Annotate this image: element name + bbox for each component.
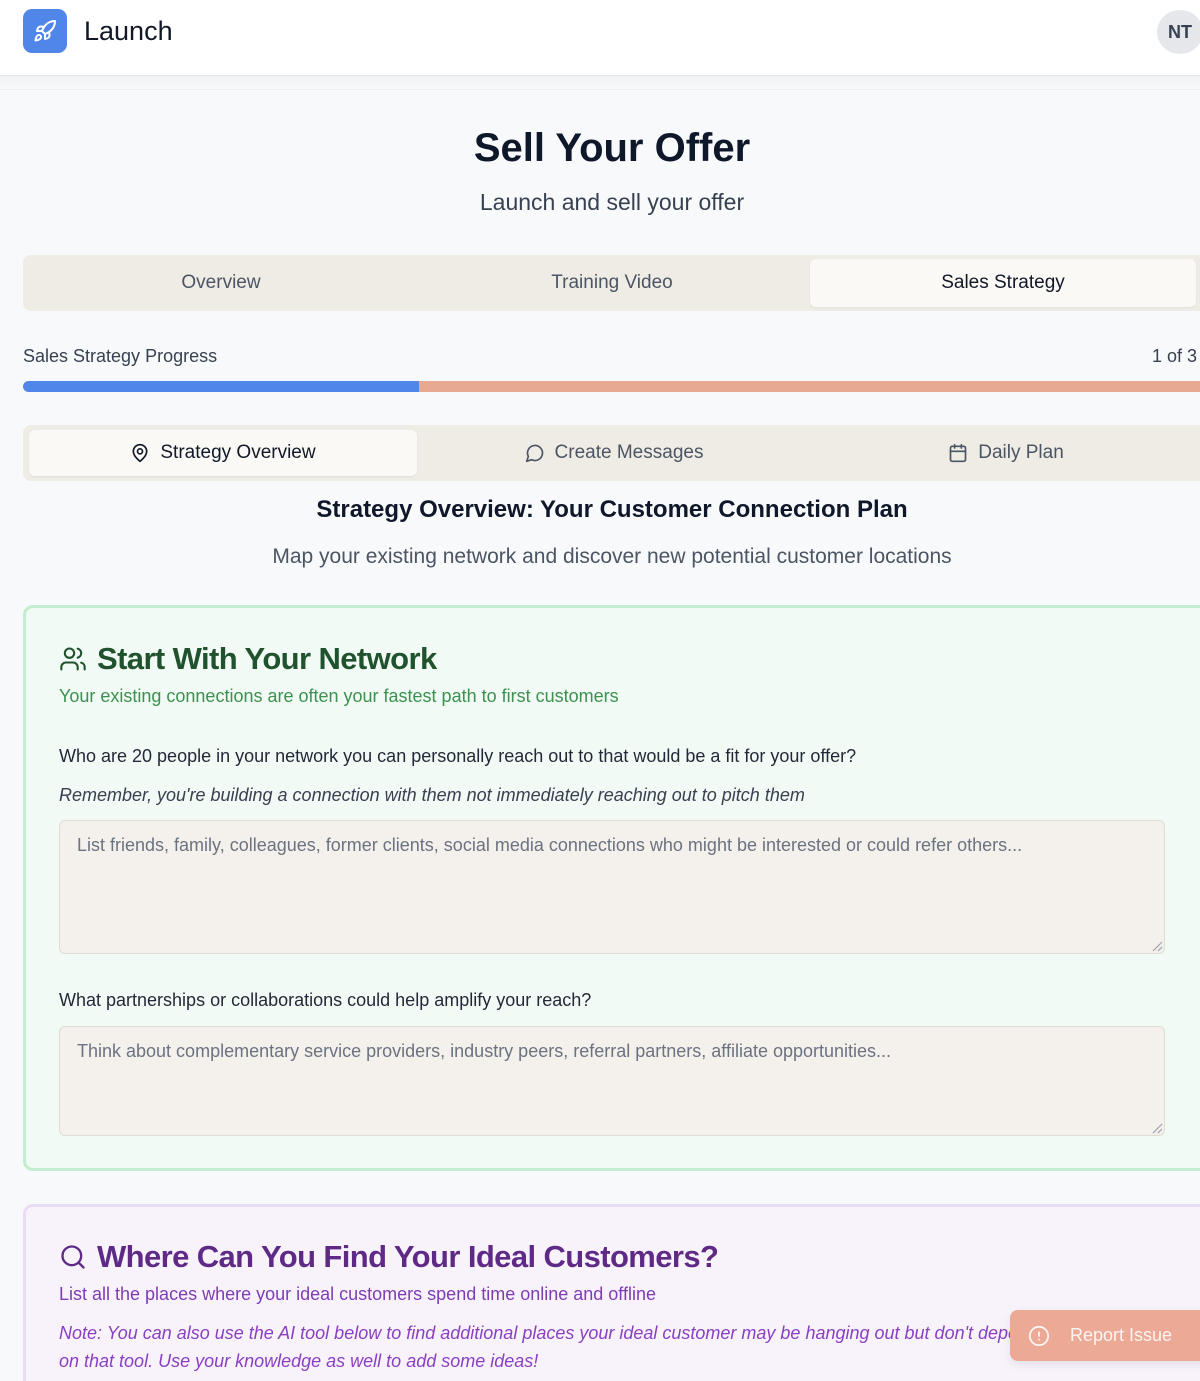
tab-daily-plan[interactable]: Daily Plan (811, 430, 1200, 476)
search-icon (61, 1245, 85, 1269)
progress-bar-fill (23, 381, 420, 392)
ideal-customers-subtitle: List all the places where your ideal cus… (59, 1284, 657, 1304)
progress-count: 1 of 3 (1152, 346, 1198, 366)
partnerships-input[interactable] (59, 1026, 1165, 1136)
calendar-icon (949, 443, 967, 463)
message-circle-icon (525, 444, 543, 463)
tab-create-messages[interactable]: Create Messages (419, 430, 809, 476)
resize-grip-icon[interactable] (1151, 940, 1163, 952)
page-subtitle: Launch and sell your offer (479, 189, 745, 215)
app-name: Launch (84, 16, 173, 46)
top-bar (0, 0, 1200, 76)
sub-tab-bar: Strategy Overview Create Messages Daily … (23, 425, 1200, 481)
tab-strategy-overview-label: Strategy Overview (160, 442, 316, 463)
network-question-label: Who are 20 people in your network you ca… (59, 746, 857, 766)
page-title: Sell Your Offer (473, 126, 751, 170)
resize-grip-icon[interactable] (1151, 1122, 1163, 1134)
report-issue-button[interactable]: Report Issue (1010, 1310, 1200, 1361)
tab-overview[interactable]: Overview (27, 259, 415, 307)
progress-bar (23, 381, 1200, 392)
section-subtitle: Map your existing network and discover n… (272, 545, 952, 568)
main-tab-bar: Overview Training Video Sales Strategy (23, 255, 1200, 311)
ideal-customers-title: Where Can You Find Your Ideal Customers? (97, 1239, 719, 1274)
tab-create-messages-label: Create Messages (554, 442, 704, 463)
section-title: Strategy Overview: Your Customer Connect… (316, 496, 908, 523)
network-card-title: Start With Your Network (97, 641, 437, 676)
network-question-hint: Remember, you're building a connection w… (59, 785, 805, 805)
top-bar-divider (0, 76, 1200, 90)
network-card-subtitle: Your existing connections are often your… (59, 686, 619, 706)
users-icon (60, 647, 86, 671)
report-issue-label: Report Issue (1070, 1325, 1173, 1345)
partnerships-question-label: What partnerships or collaborations coul… (59, 990, 592, 1010)
tab-daily-plan-label: Daily Plan (978, 442, 1064, 463)
map-pin-icon (132, 443, 148, 463)
alert-circle-icon (1028, 1325, 1050, 1346)
ideal-customers-note: Note: You can also use the AI tool below… (59, 1323, 1039, 1371)
tab-sales-strategy[interactable]: Sales Strategy (810, 259, 1196, 307)
network-contacts-input[interactable] (59, 820, 1165, 954)
progress-label: Sales Strategy Progress (23, 346, 218, 366)
tab-strategy-overview[interactable]: Strategy Overview (29, 430, 417, 476)
tab-training-video[interactable]: Training Video (418, 259, 806, 307)
rocket-icon[interactable] (23, 9, 67, 53)
avatar[interactable]: NT (1157, 10, 1200, 54)
